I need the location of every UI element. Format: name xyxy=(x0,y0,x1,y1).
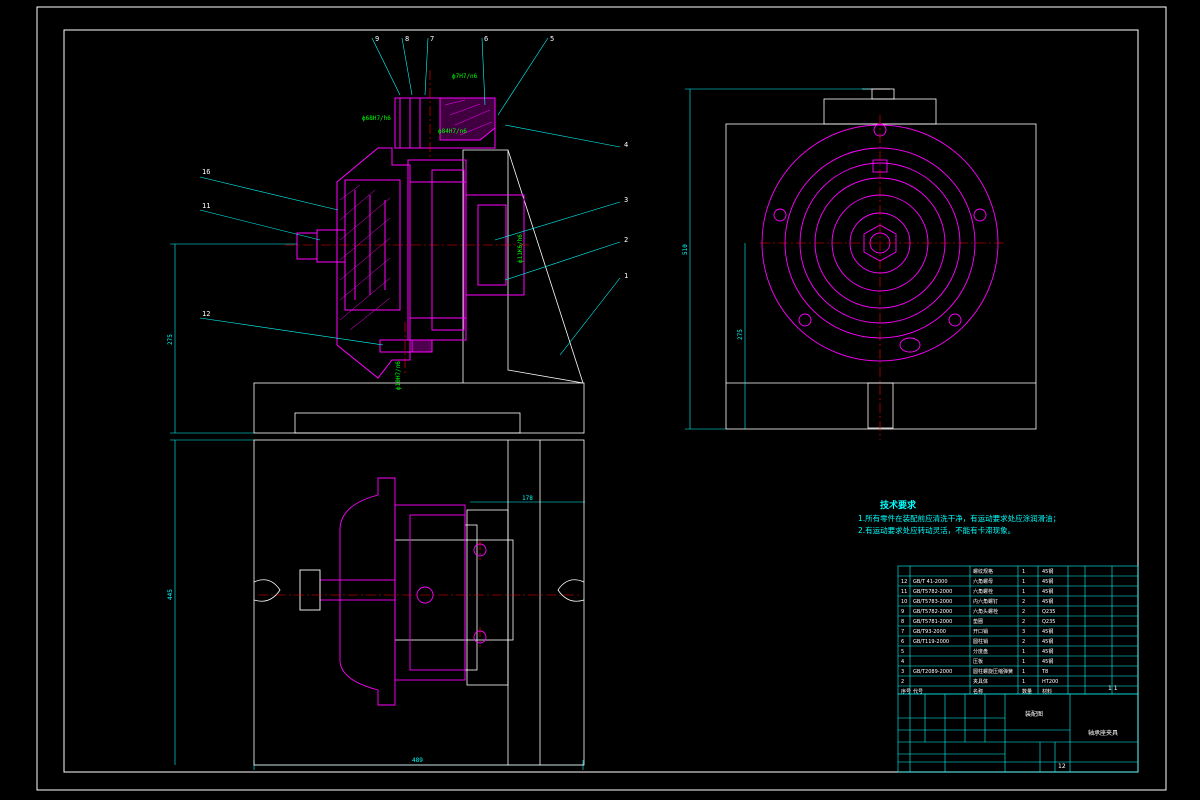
dim-275-side: 275 xyxy=(737,329,744,340)
bom-cell-qty: 2 xyxy=(1022,619,1025,625)
technical-notes: 技术要求 1.所有零件在装配前应清洗干净，有运动要求处应涂润滑油； 2.有运动要… xyxy=(858,499,1060,535)
dim-489: 489 xyxy=(412,757,423,764)
fit-4: ф11K6/h6 xyxy=(517,234,524,263)
bom-cell-name: 六角头螺栓 xyxy=(973,608,998,615)
bom-cell-name: 螺纹规格 xyxy=(973,568,993,575)
balloon-4: 4 xyxy=(624,141,628,149)
bom-cell-mat: 45钢 xyxy=(1042,568,1053,575)
bom-cell-no: 6 xyxy=(901,639,904,645)
balloon-1: 1 xyxy=(624,272,628,280)
balloon-16: 16 xyxy=(202,168,210,176)
title-drawing-type: 装配图 xyxy=(1025,710,1043,718)
bom-cell-name: 压板 xyxy=(973,658,983,665)
bom-cell-no: 4 xyxy=(901,659,904,665)
bom-cell-name: 夹具体 xyxy=(973,678,988,685)
bom-cell-qty: 2 xyxy=(1022,609,1025,615)
bom-cell-name: 六角螺栓 xyxy=(973,588,993,595)
bom-cell-qty: 1 xyxy=(1022,579,1025,585)
bom-cell-name: 内六角螺钉 xyxy=(973,598,998,605)
bom-cell-qty: 2 xyxy=(1022,599,1025,605)
bom-cell-no: 8 xyxy=(901,619,904,625)
bom-cell-no: 11 xyxy=(901,589,907,595)
bom-cell-name: 圆柱销 xyxy=(973,638,988,645)
bom-cell-mat: 45钢 xyxy=(1042,588,1053,595)
bom-cell-no: 7 xyxy=(901,629,904,635)
title-name: 轴承座夹具 xyxy=(1088,729,1118,737)
bom-cell-std: GB/T119-2000 xyxy=(913,639,949,645)
bom-cell-name: 六角螺母 xyxy=(973,578,993,585)
notes-line-2: 2.有运动要求处应转动灵活，不能有卡滞现象。 xyxy=(858,525,1015,535)
balloon-8: 8 xyxy=(405,35,409,43)
bom-cell-name: 分度盘 xyxy=(973,648,988,655)
bom-cell-qty: 1 xyxy=(1022,659,1025,665)
balloon-5: 5 xyxy=(550,35,554,43)
side-view-dimensions xyxy=(685,88,870,430)
fit-5: ф10H7/n6 xyxy=(395,361,402,390)
bom-cell-mat: 45钢 xyxy=(1042,578,1053,585)
front-view xyxy=(253,70,585,434)
balloon-2: 2 xyxy=(624,236,628,244)
bom-cell-no: 9 xyxy=(901,609,904,615)
bom-cell-std: GB/T5782-2000 xyxy=(913,609,952,615)
bom-cell-qty: 1 xyxy=(1022,669,1025,675)
title-sheet: 1 1 xyxy=(1108,685,1118,692)
bom-cell-qty: 1 xyxy=(1022,649,1025,655)
bom-cell-no: 3 xyxy=(901,669,904,675)
bom-cell-std: GB/T5783-2000 xyxy=(913,599,952,605)
bom-cell-mat: 45钢 xyxy=(1042,638,1053,645)
balloon-11: 11 xyxy=(202,202,210,210)
balloon-9: 9 xyxy=(375,35,379,43)
bom-cell-mat: T8 xyxy=(1041,669,1048,675)
dim-510: 510 xyxy=(682,244,689,255)
dim-275-front: 275 xyxy=(167,334,174,345)
bom-cell-std: GB/T5781-2000 xyxy=(913,619,952,625)
title-code: 12 xyxy=(1058,763,1066,770)
balloon-12: 12 xyxy=(202,310,210,318)
bom-cell-qty: 2 xyxy=(1022,639,1025,645)
bom-cell-qty: 1 xyxy=(1022,679,1025,685)
bom-cell-name: 垫圈 xyxy=(973,618,983,625)
bom-cell-mat: 45钢 xyxy=(1042,598,1053,605)
bom-cell-qty: 3 xyxy=(1022,629,1025,635)
bom-cell-qty: 1 xyxy=(1022,569,1025,575)
bom-cell-name: 开口销 xyxy=(973,628,988,635)
side-view xyxy=(725,88,1037,440)
balloon-6: 6 xyxy=(484,35,488,43)
bom-cell-mat: HT200 xyxy=(1042,679,1058,685)
notes-line-1: 1.所有零件在装配前应清洗干净，有运动要求处应涂润滑油； xyxy=(858,513,1060,523)
bom-cell-no: 5 xyxy=(901,649,904,655)
bom-cell-mat: 45钢 xyxy=(1042,658,1053,665)
bom-cell-mat: 45钢 xyxy=(1042,648,1053,655)
cad-drawing: 275 445 489 178 ф7H7/n6 ф68H7/h6 ф84H7/n… xyxy=(36,6,1167,791)
drawing-canvas: 275 445 489 178 ф7H7/n6 ф68H7/h6 ф84H7/n… xyxy=(0,0,1200,800)
bom-cell-no: 10 xyxy=(901,599,907,605)
balloon-7: 7 xyxy=(430,35,434,43)
bom-cell-name: 圆柱螺旋压缩弹簧 xyxy=(973,668,1013,675)
dim-445: 445 xyxy=(167,589,174,600)
dim-178: 178 xyxy=(522,495,533,502)
notes-title: 技术要求 xyxy=(880,499,917,511)
bom-cell-std: GB/T93-2000 xyxy=(913,629,946,635)
bom-cell-mat: Q235 xyxy=(1042,619,1055,625)
bom-cell-mat: 45钢 xyxy=(1042,628,1053,635)
bom-cell-std: GB/T5782-2000 xyxy=(913,589,952,595)
bom-cell-mat: Q235 xyxy=(1042,609,1055,615)
top-view xyxy=(253,439,585,766)
bom-cell-std: GB/T 41-2000 xyxy=(913,579,948,585)
bom-cell-qty: 1 xyxy=(1022,589,1025,595)
bom-cell-no: 12 xyxy=(901,579,907,585)
bom-cell-no: 2 xyxy=(901,679,904,685)
fit-1: ф7H7/n6 xyxy=(452,73,478,80)
balloon-3: 3 xyxy=(624,196,628,204)
fit-2: ф68H7/h6 xyxy=(362,115,391,122)
bom-cell-std: GB/T2089-2000 xyxy=(913,669,952,675)
fit-3: ф84H7/n6 xyxy=(438,128,467,135)
